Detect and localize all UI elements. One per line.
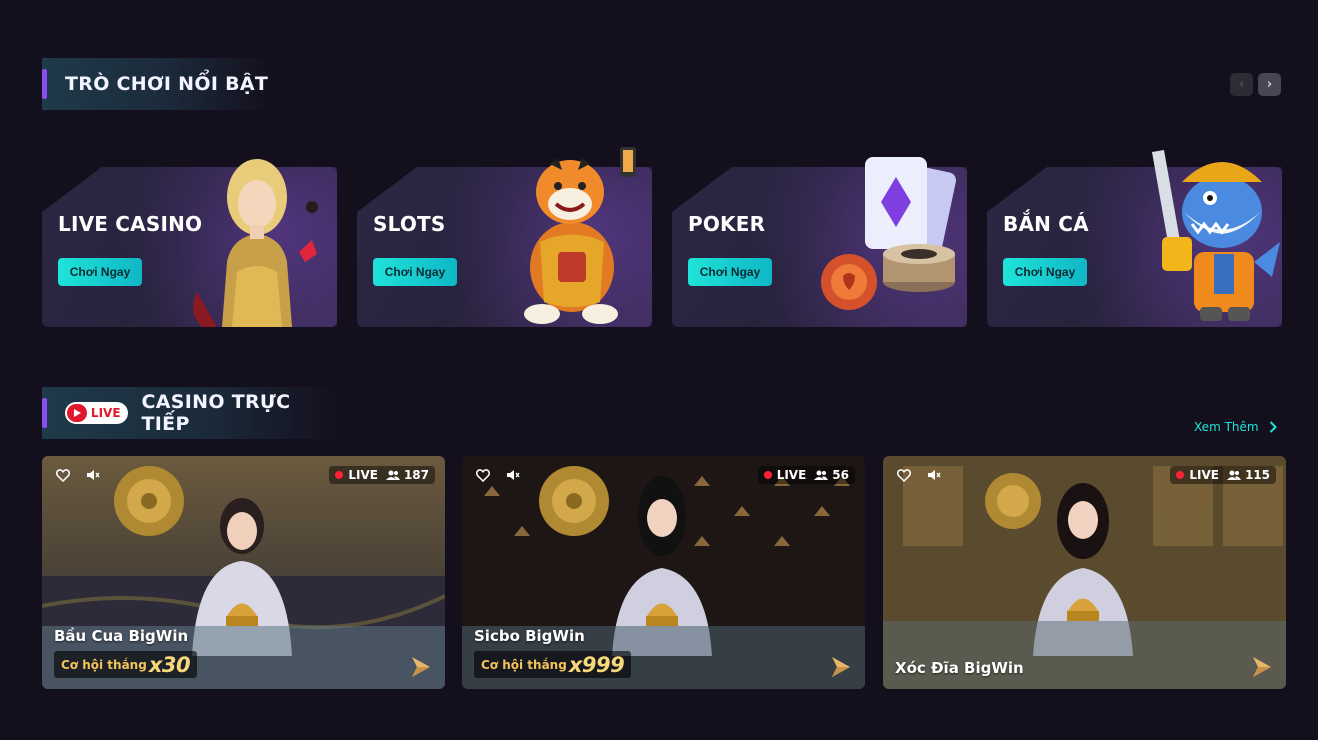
shark-mascot-art — [1152, 150, 1280, 321]
live-badge: LIVE — [64, 402, 128, 424]
win-multiplier: x30 — [148, 652, 191, 677]
category-title: BẮN CÁ — [1003, 212, 1089, 236]
carousel-next-button[interactable]: › — [1258, 73, 1281, 96]
table-name: Sicbo BigWin — [474, 627, 585, 645]
live-table-card[interactable]: LIVE 115 Xóc Đĩa BigWin — [883, 456, 1286, 689]
table-name: Bầu Cua BigWin — [54, 627, 189, 645]
featured-section-header: TRÒ CHƠI NỔI BẬT — [42, 58, 272, 110]
dealer-video-thumbnail — [883, 456, 1286, 689]
play-now-button[interactable]: Chơi Ngay — [1003, 258, 1087, 286]
chevron-right-icon — [1269, 421, 1277, 433]
section-accent-bar — [42, 398, 47, 428]
featured-section-title: TRÒ CHƠI NỔI BẬT — [65, 73, 269, 95]
category-title: LIVE CASINO — [58, 212, 203, 236]
users-icon — [1226, 470, 1241, 480]
provider-logo-icon — [1253, 657, 1271, 677]
live-dot-icon — [335, 471, 344, 479]
play-now-button[interactable]: Chơi Ngay — [58, 258, 142, 286]
live-status: LIVE — [335, 468, 378, 482]
favorite-heart-icon[interactable] — [52, 464, 74, 486]
see-more-label: Xem Thêm — [1194, 420, 1259, 434]
users-icon — [814, 470, 829, 480]
live-section-header: LIVE CASINO TRỰC TIẾP — [42, 387, 342, 439]
mute-speaker-icon[interactable] — [923, 464, 945, 486]
win-chance-label: Cơ hội thắng — [481, 657, 567, 672]
mute-speaker-icon[interactable] — [82, 464, 104, 486]
favorite-heart-icon[interactable] — [893, 464, 915, 486]
live-section-title: CASINO TRỰC TIẾP — [141, 391, 291, 435]
play-icon — [66, 404, 87, 422]
mute-speaker-icon[interactable] — [502, 464, 524, 486]
chevron-right-icon: › — [1266, 77, 1273, 92]
cards-chips-art — [821, 157, 957, 310]
viewer-count: 115 — [1226, 468, 1270, 482]
win-chance-badge: Cơ hội thắng x999 — [474, 651, 632, 678]
play-now-button[interactable]: Chơi Ngay — [688, 258, 772, 286]
category-card-live-casino[interactable]: LIVE CASINO Chơi Ngay — [42, 159, 337, 327]
live-dot-icon — [763, 471, 772, 479]
live-table-card[interactable]: LIVE 187 Bầu Cua BigWin Cơ hội thắng x30 — [42, 456, 445, 689]
tiger-mascot-art — [524, 147, 636, 324]
live-status: LIVE — [763, 468, 806, 482]
win-chance-label: Cơ hội thắng — [61, 657, 147, 672]
carousel-prev-button[interactable]: ‹ — [1230, 73, 1253, 96]
category-title: SLOTS — [373, 212, 446, 236]
provider-logo-icon — [832, 657, 850, 677]
live-table-card[interactable]: LIVE 56 Sicbo BigWin Cơ hội thắng x999 — [462, 456, 865, 689]
viewer-count: 56 — [814, 468, 849, 482]
category-card-fishing[interactable]: BẮN CÁ Chơi Ngay — [987, 150, 1282, 327]
favorite-heart-icon[interactable] — [472, 464, 494, 486]
viewer-count: 187 — [385, 468, 429, 482]
live-status: LIVE — [1176, 468, 1219, 482]
live-dot-icon — [1176, 471, 1185, 479]
live-badge-label: LIVE — [90, 406, 121, 420]
chevron-left-icon: ‹ — [1238, 77, 1245, 92]
table-name: Xóc Đĩa BigWin — [895, 659, 1024, 677]
category-card-poker[interactable]: POKER Chơi Ngay — [672, 157, 967, 327]
see-more-link[interactable]: Xem Thêm — [1194, 420, 1277, 434]
section-accent-bar — [42, 69, 47, 99]
provider-logo-icon — [412, 657, 430, 677]
users-icon — [385, 470, 400, 480]
win-chance-badge: Cơ hội thắng x30 — [54, 651, 198, 678]
category-card-slots[interactable]: SLOTS Chơi Ngay — [357, 147, 652, 327]
category-title: POKER — [688, 212, 766, 236]
play-now-button[interactable]: Chơi Ngay — [373, 258, 457, 286]
win-multiplier: x999 — [568, 652, 625, 677]
carousel-nav: ‹ › — [1230, 73, 1281, 96]
